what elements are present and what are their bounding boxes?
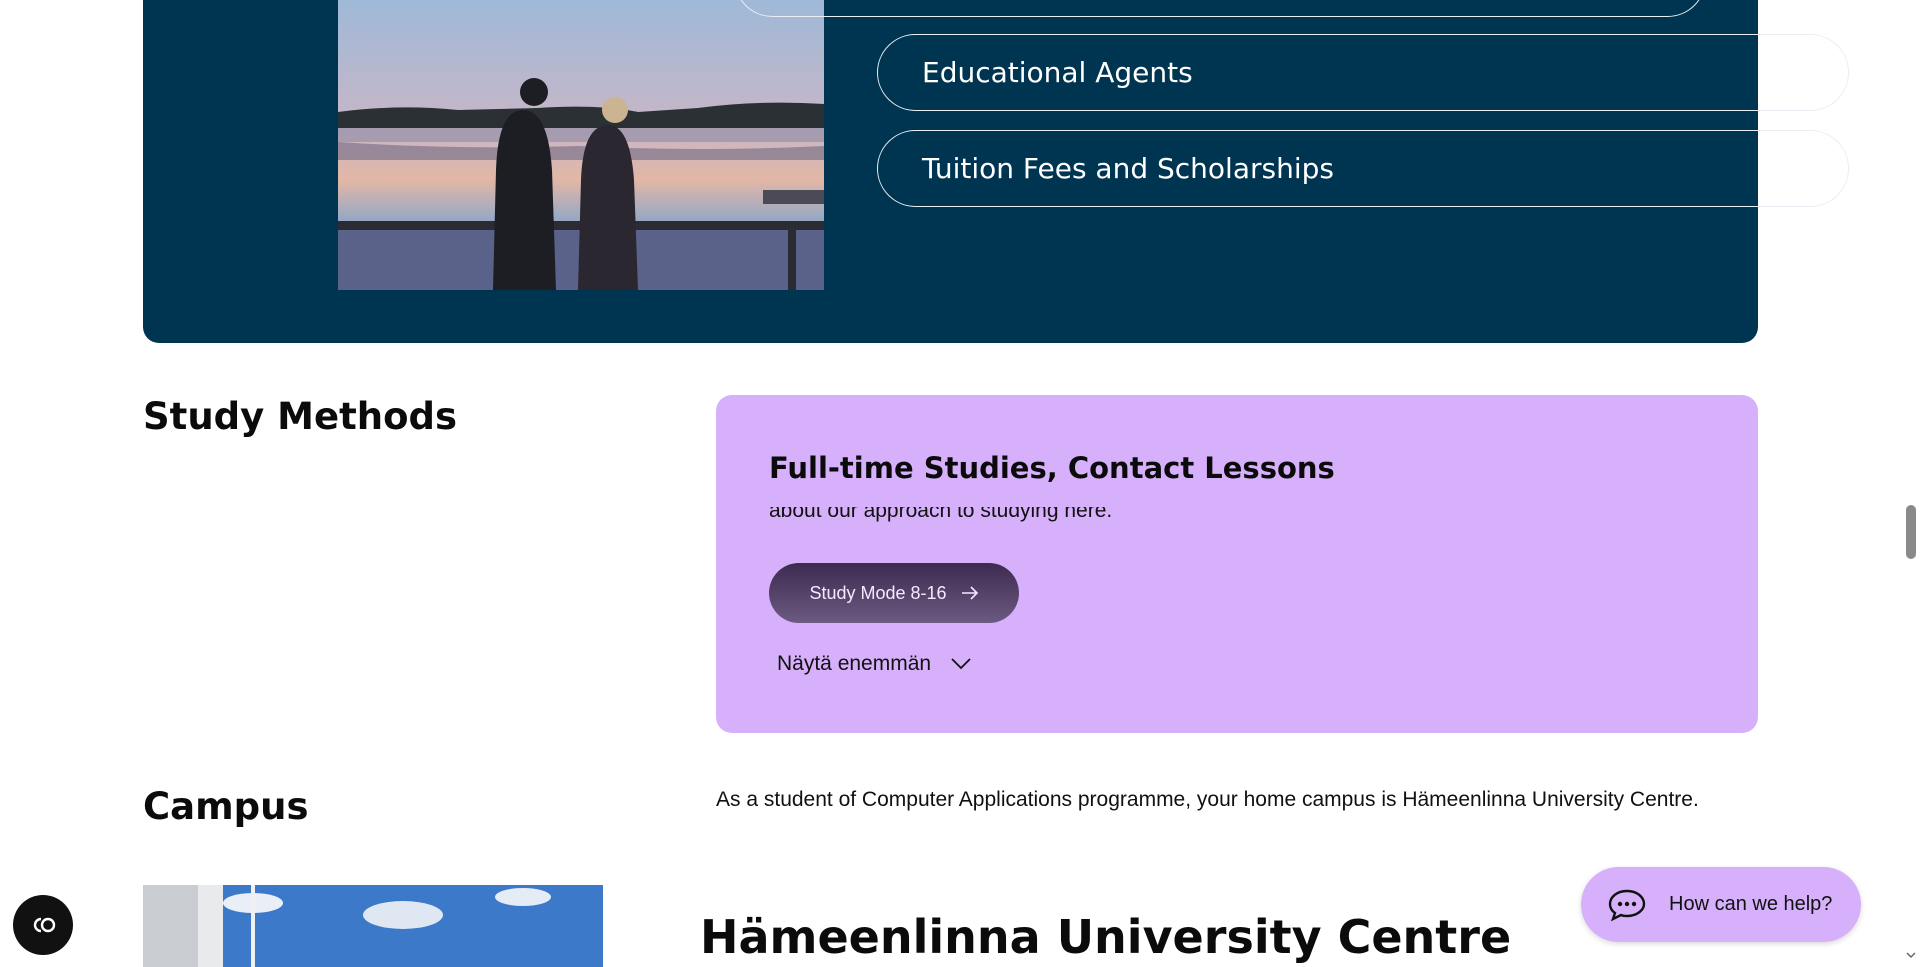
arrow-right-icon <box>1770 156 1803 181</box>
study-mode-label: Study Mode 8-16 <box>809 582 947 603</box>
scroll-down-icon[interactable] <box>1906 950 1916 960</box>
lake-photo <box>338 0 824 290</box>
help-label: How can we help? <box>1669 893 1833 915</box>
accessibility-button[interactable] <box>13 895 73 955</box>
arrow-right-icon <box>1770 60 1803 85</box>
scrollbar-thumb[interactable] <box>1906 505 1916 559</box>
show-more-label: Näytä enemmän <box>777 652 932 675</box>
card-text-clip: about our approach to studying here. <box>769 507 1669 527</box>
chevron-down-icon <box>951 658 971 670</box>
top-info-panel: Educational Agents Tuition Fees and Scho… <box>143 0 1849 343</box>
campus-description: As a student of Computer Applications pr… <box>716 788 1699 811</box>
study-mode-button[interactable]: Study Mode 8-16 <box>769 563 1019 623</box>
campus-photo <box>143 885 603 967</box>
card-title: Full-time Studies, Contact Lessons <box>769 451 1335 485</box>
campus-heading: Campus <box>143 785 309 828</box>
study-method-card: Full-time Studies, Contact Lessons about… <box>716 395 1758 733</box>
tuition-fees-link[interactable]: Tuition Fees and Scholarships <box>877 130 1849 207</box>
educational-agents-link[interactable]: Educational Agents <box>877 34 1849 111</box>
accessibility-icon <box>33 917 56 933</box>
show-more-toggle[interactable]: Näytä enemmän <box>777 652 971 676</box>
previous-link-edge[interactable] <box>734 0 1706 17</box>
chat-bubble-icon <box>1608 889 1646 921</box>
scrollbar[interactable] <box>1903 0 1920 967</box>
help-chat-button[interactable]: How can we help? <box>1581 867 1861 942</box>
study-methods-heading: Study Methods <box>143 395 458 438</box>
tuition-fees-label: Tuition Fees and Scholarships <box>922 152 1334 185</box>
educational-agents-label: Educational Agents <box>922 56 1193 89</box>
arrow-right-icon <box>961 586 978 600</box>
campus-centre-heading: Hämeenlinna University Centre <box>700 910 1512 964</box>
card-text: about our approach to studying here. <box>769 507 1113 522</box>
